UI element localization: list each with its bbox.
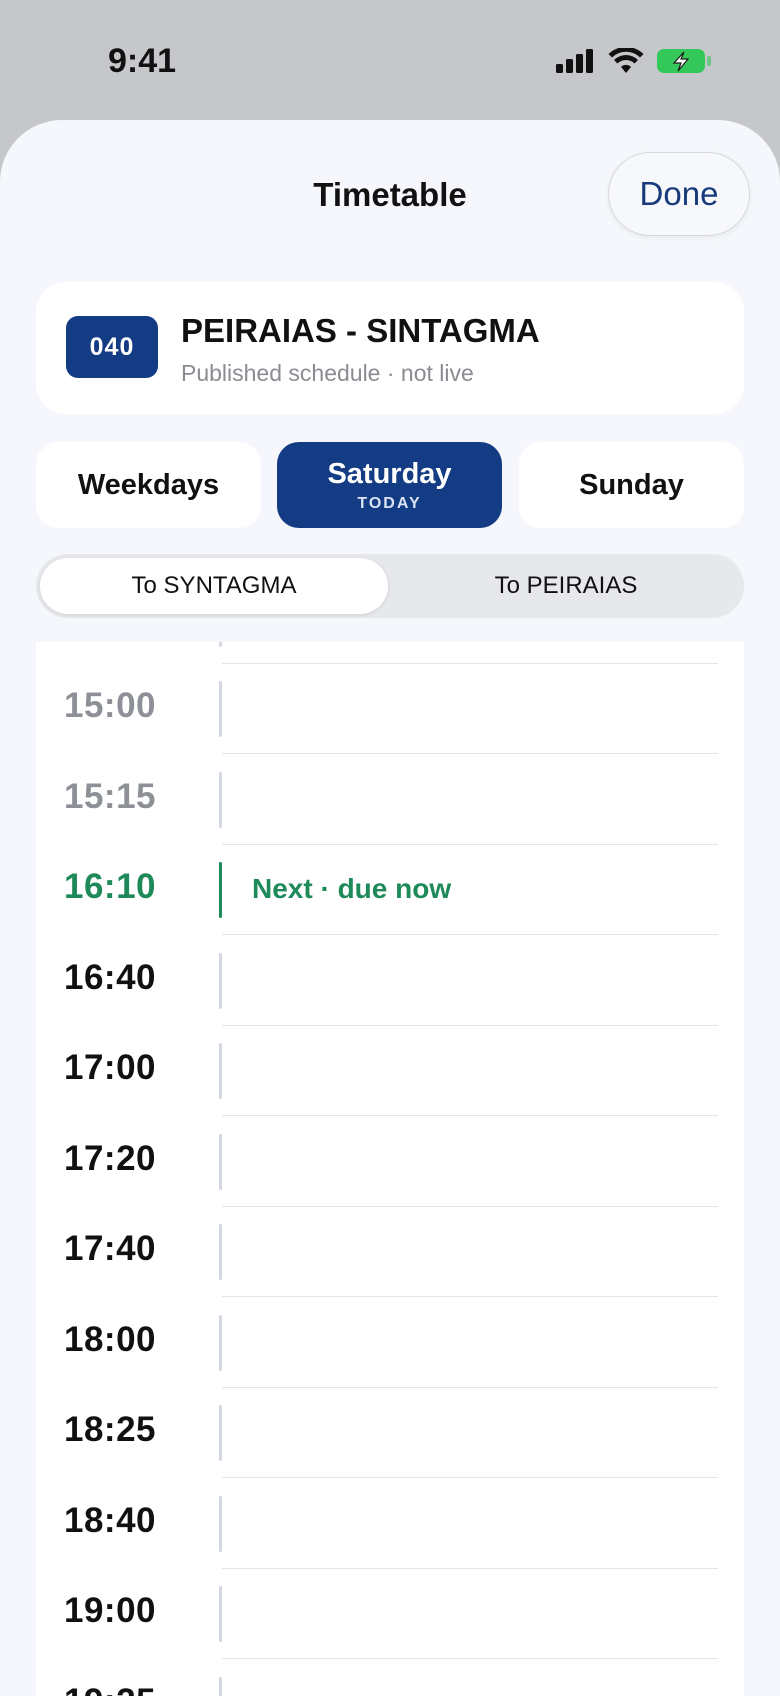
done-button[interactable]: Done	[608, 152, 750, 236]
departure-time: 15:00	[64, 686, 157, 725]
row-bar	[219, 1676, 222, 1696]
row-bar	[219, 1133, 222, 1190]
table-row: 16:10 Next · due now	[36, 845, 744, 935]
departure-time: 18:40	[64, 1500, 157, 1540]
table-row: 17:40	[36, 1207, 744, 1297]
table-row: 18:40	[36, 1479, 744, 1569]
tab-label: Weekdays	[77, 468, 220, 501]
tab-weekdays[interactable]: Weekdays	[36, 442, 261, 528]
departure-time: 16:10	[64, 867, 157, 906]
departure-time: 19:00	[64, 1591, 157, 1630]
table-row: 15:15	[36, 755, 744, 845]
wifi-icon	[608, 46, 644, 79]
row-bar	[219, 1586, 222, 1642]
table-row: 15:00	[36, 664, 744, 754]
tab-sunday[interactable]: Sunday	[519, 442, 744, 528]
route-name: PEIRAIAS - SINTAGMA	[181, 312, 540, 349]
next-departure-note: Next · due now	[252, 873, 452, 904]
status-time: 9:41	[108, 42, 177, 80]
table-row: 17:20	[36, 1117, 744, 1207]
departure-time: 17:00	[64, 1048, 157, 1087]
route-number-badge: 040	[66, 316, 158, 378]
status-icons	[556, 46, 712, 80]
departures-list[interactable]: 15:00 15:15 16:10 Next · due now 16:40 17:00 1…	[36, 642, 744, 1696]
table-row: 16:40	[36, 936, 744, 1026]
timetable-sheet: Timetable Done 040 PEIRAIAS - SINTAGMA P…	[0, 120, 780, 1696]
row-bar	[219, 1495, 222, 1552]
battery-charging-icon	[656, 47, 712, 80]
direction-segmented-control: To SYNTAGMA To PEIRAIAS	[36, 554, 744, 618]
table-row	[36, 642, 744, 664]
departure-time: 16:40	[64, 957, 157, 997]
row-bar	[219, 1314, 222, 1371]
day-tabs: Weekdays Saturday TODAY Sunday	[36, 442, 744, 528]
departure-time: 17:40	[64, 1229, 157, 1268]
table-row: 18:25	[36, 1388, 744, 1478]
row-bar	[219, 642, 222, 647]
row-bar	[219, 862, 222, 918]
departure-time: 18:25	[64, 1410, 157, 1449]
row-bar	[219, 1043, 222, 1099]
row-bar	[219, 1405, 222, 1461]
departure-time: 15:15	[64, 776, 157, 816]
row-bar	[219, 1224, 222, 1280]
signal-icon	[556, 48, 596, 78]
table-row: 18:00	[36, 1298, 744, 1388]
tab-saturday[interactable]: Saturday TODAY	[277, 442, 502, 528]
departure-time: 18:00	[64, 1319, 157, 1359]
table-row: 17:00	[36, 1026, 744, 1116]
table-row: 19:25	[36, 1660, 744, 1696]
departure-time: 19:25	[64, 1682, 156, 1696]
row-bar	[219, 771, 222, 828]
route-card: 040 PEIRAIAS - SINTAGMA Published schedu…	[36, 282, 744, 414]
departure-time: 17:20	[64, 1138, 157, 1178]
status-bar: 9:41	[0, 0, 780, 120]
direction-to-peiraias[interactable]: To PEIRAIAS	[392, 558, 740, 614]
tab-label: Saturday	[327, 457, 452, 490]
table-row: 19:00	[36, 1569, 744, 1659]
route-subtitle: Published schedule · not live	[181, 360, 474, 386]
direction-to-syntagma[interactable]: To SYNTAGMA	[40, 558, 388, 614]
today-tag: TODAY	[357, 494, 422, 512]
tab-label: Sunday	[579, 468, 684, 501]
row-bar	[219, 681, 222, 737]
row-bar	[219, 952, 222, 1009]
